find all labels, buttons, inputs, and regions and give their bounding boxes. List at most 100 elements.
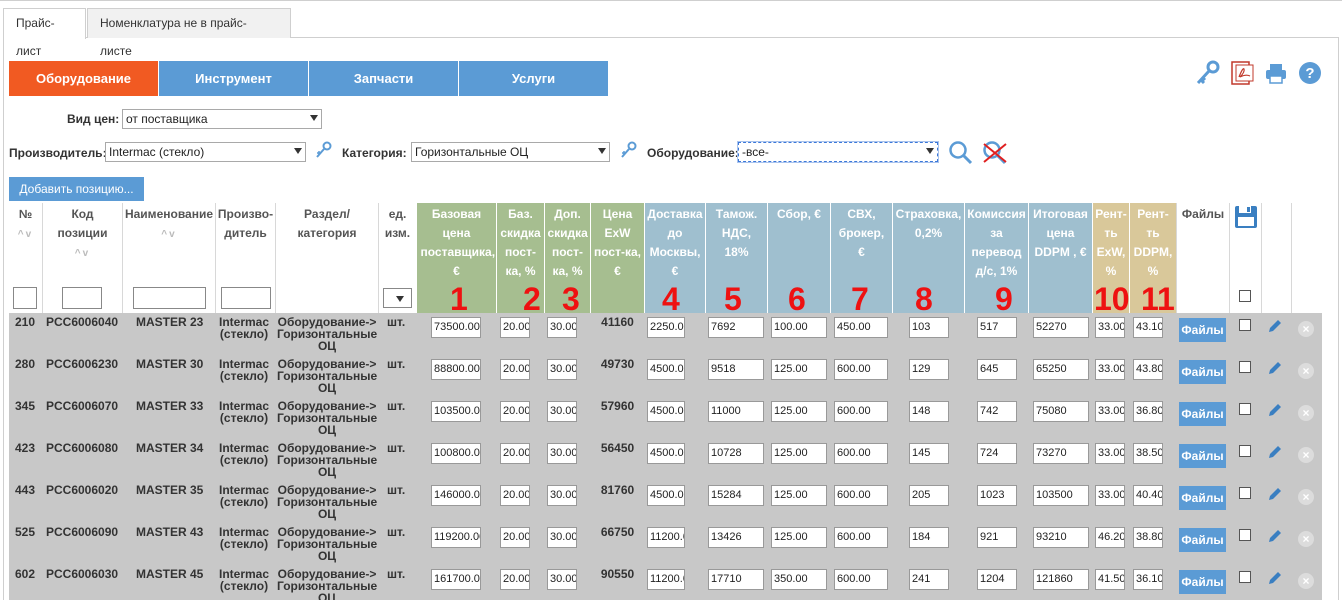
delivery-input[interactable]: 4500.0	[647, 359, 685, 380]
fee-input[interactable]: 350.00	[771, 569, 827, 590]
delete-icon[interactable]: ×	[1298, 405, 1314, 421]
insurance-input[interactable]: 205	[909, 485, 949, 506]
customs-input[interactable]: 9518	[708, 359, 764, 380]
insurance-input[interactable]: 129	[909, 359, 949, 380]
svh-input[interactable]: 600.00	[834, 485, 888, 506]
col-header-unit[interactable]: ед. изм.	[379, 203, 416, 285]
base-discount-input[interactable]: 20.00	[500, 317, 530, 338]
ddpm-input[interactable]: 75080	[1033, 401, 1089, 422]
svh-input[interactable]: 450.00	[834, 317, 888, 338]
delete-icon[interactable]: ×	[1298, 321, 1314, 337]
base-price-input[interactable]: 73500.00	[431, 317, 481, 338]
add-discount-input[interactable]: 30.00	[547, 485, 577, 506]
delivery-input[interactable]: 4500.0	[647, 443, 685, 464]
col-header-exw[interactable]: Цена ExW пост-ка, €	[591, 203, 644, 313]
ddpm-input[interactable]: 52270	[1033, 317, 1089, 338]
rent-exw-input[interactable]: 33.00	[1095, 485, 1125, 506]
row-checkbox[interactable]	[1239, 529, 1251, 541]
select-all-checkbox[interactable]	[1239, 290, 1251, 302]
row-checkbox[interactable]	[1239, 487, 1251, 499]
row-checkbox[interactable]	[1239, 571, 1251, 583]
add-discount-input[interactable]: 30.00	[547, 317, 577, 338]
row-checkbox[interactable]	[1239, 445, 1251, 457]
customs-input[interactable]: 10728	[708, 443, 764, 464]
ddpm-input[interactable]: 103500	[1033, 485, 1089, 506]
fee-input[interactable]: 125.00	[771, 485, 827, 506]
add-position-button[interactable]: Добавить позицию...	[9, 177, 144, 201]
sort-icon[interactable]: ^v	[75, 248, 90, 259]
sort-icon[interactable]: ^v	[161, 229, 176, 240]
svh-input[interactable]: 600.00	[834, 401, 888, 422]
delete-icon[interactable]: ×	[1298, 363, 1314, 379]
insurance-input[interactable]: 184	[909, 527, 949, 548]
add-discount-input[interactable]: 30.00	[547, 569, 577, 590]
base-price-input[interactable]: 88800.00	[431, 359, 481, 380]
files-button[interactable]: Файлы	[1179, 402, 1226, 426]
rent-ddpm-input[interactable]: 36.10	[1133, 569, 1163, 590]
rent-exw-input[interactable]: 33.00	[1095, 359, 1125, 380]
customs-input[interactable]: 13426	[708, 527, 764, 548]
row-checkbox[interactable]	[1239, 319, 1251, 331]
fee-input[interactable]: 125.00	[771, 443, 827, 464]
tab-price-list[interactable]: Прайс-лист	[3, 8, 86, 58]
ddpm-input[interactable]: 121860	[1033, 569, 1089, 590]
insurance-input[interactable]: 103	[909, 317, 949, 338]
filter-code-input[interactable]	[62, 287, 102, 309]
insurance-input[interactable]: 148	[909, 401, 949, 422]
customs-input[interactable]: 17710	[708, 569, 764, 590]
rent-exw-input[interactable]: 41.50	[1095, 569, 1125, 590]
category-select[interactable]: Горизонтальные ОЦ	[411, 142, 610, 162]
files-button[interactable]: Файлы	[1179, 528, 1226, 552]
rent-exw-input[interactable]: 33.00	[1095, 443, 1125, 464]
add-discount-input[interactable]: 30.00	[547, 527, 577, 548]
search-icon[interactable]	[948, 140, 974, 166]
edit-icon[interactable]	[1267, 402, 1283, 418]
delete-icon[interactable]: ×	[1298, 489, 1314, 505]
edit-icon[interactable]	[1267, 570, 1283, 586]
col-header-code[interactable]: Код позиции ^v	[43, 203, 122, 285]
files-button[interactable]: Файлы	[1179, 570, 1226, 594]
base-discount-input[interactable]: 20.00	[500, 443, 530, 464]
fee-input[interactable]: 125.00	[771, 527, 827, 548]
help-icon[interactable]: ?	[1297, 60, 1323, 86]
commission-input[interactable]: 921	[977, 527, 1017, 548]
sort-icon[interactable]: ^v	[18, 229, 33, 240]
files-button[interactable]: Файлы	[1179, 360, 1226, 384]
commission-input[interactable]: 1023	[977, 485, 1017, 506]
rent-ddpm-input[interactable]: 43.80	[1133, 359, 1163, 380]
delivery-input[interactable]: 11200.0	[647, 569, 685, 590]
insurance-input[interactable]: 145	[909, 443, 949, 464]
key-icon[interactable]	[1195, 60, 1221, 86]
edit-icon[interactable]	[1267, 444, 1283, 460]
commission-input[interactable]: 1204	[977, 569, 1017, 590]
customs-input[interactable]: 15284	[708, 485, 764, 506]
svh-input[interactable]: 600.00	[834, 443, 888, 464]
col-header-ddpm[interactable]: Итоговая цена DDPM , €	[1029, 203, 1092, 313]
add-discount-input[interactable]: 30.00	[547, 401, 577, 422]
col-header-num[interactable]: № ^v	[9, 203, 42, 285]
ddpm-input[interactable]: 93210	[1033, 527, 1089, 548]
insurance-input[interactable]: 241	[909, 569, 949, 590]
base-discount-input[interactable]: 20.00	[500, 527, 530, 548]
base-price-input[interactable]: 146000.0	[431, 485, 481, 506]
link-category-icon[interactable]	[619, 140, 639, 160]
pdf-icon[interactable]	[1229, 60, 1255, 86]
customs-input[interactable]: 11000	[708, 401, 764, 422]
row-checkbox[interactable]	[1239, 361, 1251, 373]
delete-icon[interactable]: ×	[1298, 573, 1314, 589]
rent-exw-input[interactable]: 46.20	[1095, 527, 1125, 548]
rent-ddpm-input[interactable]: 36.80	[1133, 401, 1163, 422]
fee-input[interactable]: 100.00	[771, 317, 827, 338]
commission-input[interactable]: 645	[977, 359, 1017, 380]
base-price-input[interactable]: 119200.00	[431, 527, 481, 548]
ddpm-input[interactable]: 73270	[1033, 443, 1089, 464]
edit-icon[interactable]	[1267, 360, 1283, 376]
files-button[interactable]: Файлы	[1179, 318, 1226, 342]
tab-not-in-price-list[interactable]: Номенклатура не в прайс-листе	[87, 8, 291, 58]
add-discount-input[interactable]: 30.00	[547, 359, 577, 380]
col-header-name[interactable]: Наименование ^v	[123, 203, 215, 285]
svh-input[interactable]: 600.00	[834, 359, 888, 380]
base-discount-input[interactable]: 20.00	[500, 401, 530, 422]
commission-input[interactable]: 517	[977, 317, 1017, 338]
clear-filter-icon[interactable]	[982, 140, 1008, 166]
